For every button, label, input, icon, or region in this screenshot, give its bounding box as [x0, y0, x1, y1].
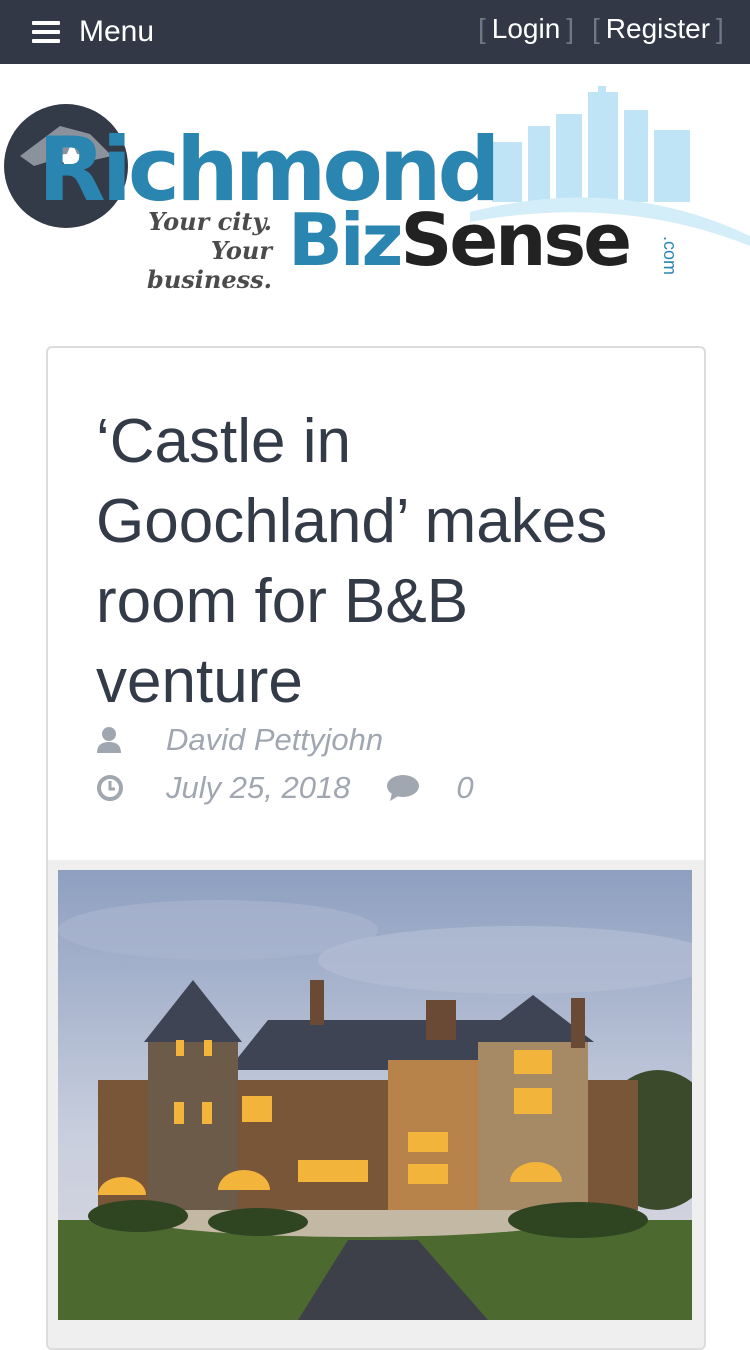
register-label: Register	[605, 13, 711, 44]
bracket-open: [	[592, 13, 600, 44]
site-logo[interactable]: Richmond Your city. Your business. BizSe…	[0, 86, 750, 293]
menu-button[interactable]: Menu	[32, 12, 154, 52]
tagline-line1: Your city.	[148, 207, 272, 236]
logo-tagline: Your city. Your business.	[78, 207, 272, 294]
clock-icon	[96, 774, 123, 802]
tagline-line2: Your business.	[147, 235, 272, 294]
article-author[interactable]: David Pettyjohn	[166, 722, 383, 758]
register-link[interactable]: [ Register ]	[592, 12, 724, 46]
menu-label: Menu	[79, 15, 155, 48]
bracket-close: ]	[566, 13, 575, 44]
login-link[interactable]: [ Login ]	[478, 12, 574, 46]
article-author-row: David Pettyjohn	[96, 722, 383, 758]
logo-sense: Sense	[400, 198, 632, 282]
featured-image[interactable]	[58, 870, 692, 1320]
bracket-close: ]	[716, 13, 724, 44]
top-nav-bar: Menu [ Login ] [ Register ]	[0, 0, 750, 64]
bracket-open: [	[478, 13, 486, 44]
logo-bizsense-text: BizSense	[288, 204, 632, 276]
comment-count[interactable]: 0	[456, 770, 473, 806]
comment-icon[interactable]	[386, 774, 420, 802]
article-card: ‘Castle in Goochland’ makes room for B&B…	[46, 346, 706, 1350]
hamburger-icon	[32, 21, 60, 43]
article-title[interactable]: ‘Castle in Goochland’ makes room for B&B…	[96, 402, 676, 722]
article-date-row: July 25, 2018 0	[96, 770, 474, 806]
logo-dotcom: .com	[660, 236, 680, 276]
article-date: July 25, 2018	[166, 770, 351, 805]
logo-biz: Biz	[288, 198, 403, 282]
featured-image-frame	[48, 860, 704, 1348]
user-icon	[96, 726, 122, 754]
login-label: Login	[491, 13, 561, 44]
